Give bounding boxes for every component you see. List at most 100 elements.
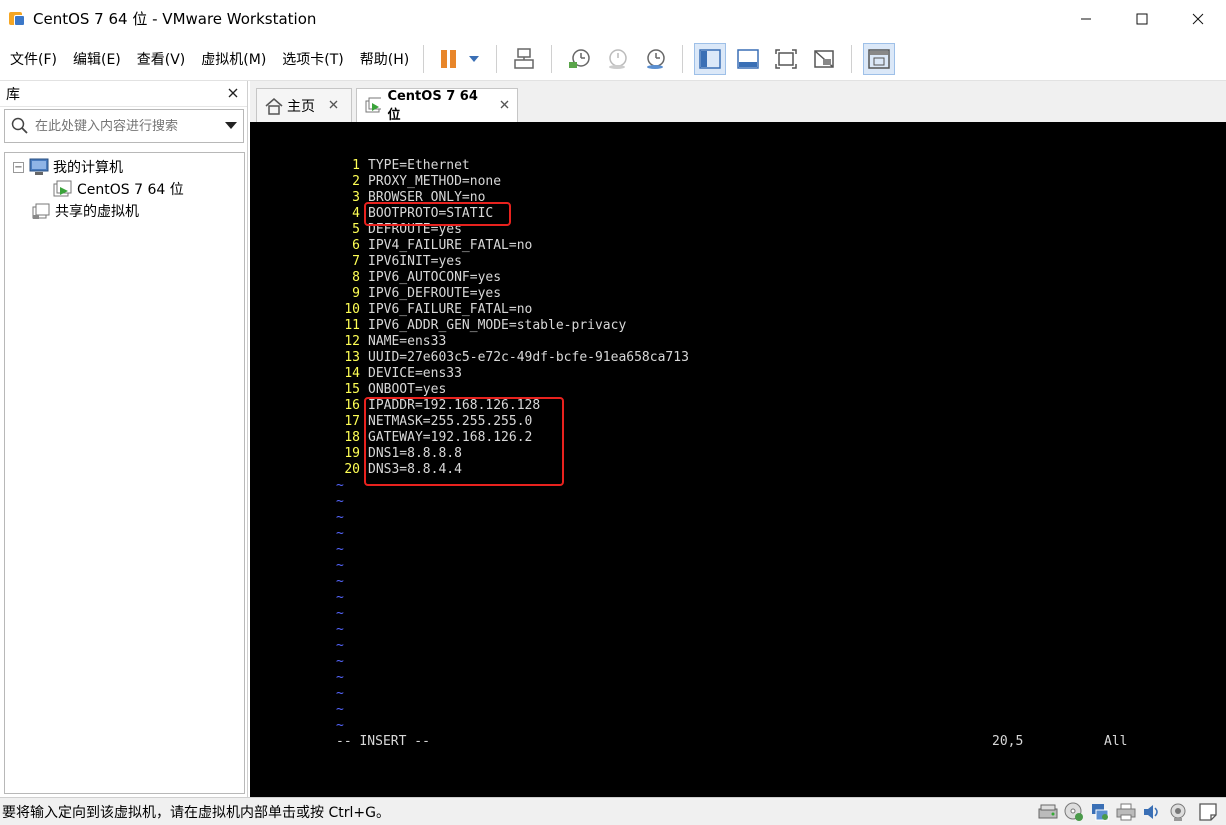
cd-dvd-device[interactable] [1064,802,1084,822]
camera-icon [1170,803,1186,821]
tab-close-button[interactable] [329,98,338,113]
camera-device[interactable] [1168,802,1188,822]
thumbnail-bar-icon [737,48,759,69]
shared-vm-icon [32,203,50,219]
tree-item-my-computer[interactable]: − 我的计算机 [5,156,244,178]
printer-device[interactable] [1116,802,1136,822]
empty-line-tilde: ~ [336,526,344,541]
menu-vm[interactable]: 虚拟机(M) [195,49,272,69]
empty-line-tilde: ~ [336,622,344,637]
tab-close-button[interactable] [500,98,509,113]
toolbar-separator [682,44,684,73]
library-close-button[interactable] [225,86,241,102]
empty-line-tilde: ~ [336,718,344,733]
close-button[interactable] [1170,0,1226,37]
empty-line-tilde: ~ [336,702,344,717]
menu-view[interactable]: 查看(V) [131,49,192,69]
empty-line-tilde: ~ [336,478,344,493]
console-view-button[interactable] [863,42,896,75]
vm-console[interactable]: 1 TYPE=Ethernet 2 PROXY_METHOD=none 3 BROWS… [250,122,1226,797]
empty-line-tilde: ~ [336,510,344,525]
window-title: CentOS 7 64 位 - VMware Workstation [33,10,317,28]
collapse-toggle[interactable]: − [13,161,24,173]
send-ctrl-alt-del-button[interactable] [508,43,540,75]
tree-item-label: 共享的虚拟机 [55,204,139,220]
network-adapter-device[interactable] [1090,802,1110,822]
search-input[interactable] [35,118,215,134]
snapshot-clock-icon [569,48,590,68]
tab-home[interactable]: 主页 [256,88,352,122]
empty-line-tilde: ~ [336,686,344,701]
empty-line-tilde: ~ [336,494,344,509]
tree-item-label: CentOS 7 64 位 [77,179,184,199]
status-message: 要将输入定向到该虚拟机，请在虚拟机内部单击或按 Ctrl+G。 [2,804,390,821]
code-line: 13 UUID=27e603c5-e72c-49df-bcfe-91ea658ca… [344,350,689,365]
tab-centos-vm[interactable]: CentOS 7 64 位 [356,88,518,123]
close-icon [500,100,509,109]
vim-mode-indicator: -- INSERT -- [336,734,430,749]
maximize-icon [1136,13,1148,24]
message-log-button[interactable] [1198,802,1218,822]
code-line: 6 IPV4_FAILURE_FATAL=no [352,238,533,253]
empty-line-tilde: ~ [336,574,344,589]
minimize-icon [1081,18,1091,19]
close-icon [1192,13,1204,24]
thumbnail-bar-button[interactable] [732,43,764,75]
code-line: 14 DEVICE=ens33 [344,366,462,381]
snapshot-manager-button[interactable] [639,43,671,75]
menu-file[interactable]: 文件(F) [4,49,63,69]
snapshot-take-button[interactable] [563,43,595,75]
close-icon [329,100,338,109]
chevron-down-icon[interactable] [225,122,237,130]
empty-line-tilde: ~ [336,654,344,669]
vm-running-icon [53,180,72,197]
unity-button[interactable] [808,43,840,75]
empty-line-tilde: ~ [336,638,344,653]
tree-item-label: 我的计算机 [53,160,123,176]
library-tree: − 我的计算机 CentOS 7 64 位 共享的虚拟机 [4,152,245,794]
toolbar-separator [423,44,425,73]
status-bar: 要将输入定向到该虚拟机，请在虚拟机内部单击或按 Ctrl+G。 [0,797,1226,825]
code-line: 9 IPV6_DEFROUTE=yes [352,286,502,301]
toolbar-separator [851,44,853,73]
unity-icon [814,49,834,68]
window-controls [1058,0,1226,37]
empty-line-tilde: ~ [336,542,344,557]
code-line: 15 ONBOOT=yes [344,382,447,397]
show-library-button[interactable] [694,42,727,75]
highlight-box-network-settings [364,397,564,486]
code-line: 1 TYPE=Ethernet [352,158,470,173]
library-panel-icon [699,48,721,69]
minimize-button[interactable] [1058,0,1114,37]
tree-item-centos-vm[interactable]: CentOS 7 64 位 [5,178,244,200]
empty-line-tilde: ~ [336,670,344,685]
tab-label: 主页 [287,98,315,115]
hard-disk-icon [1038,804,1058,819]
computer-icon [29,158,49,175]
menu-tabs[interactable]: 选项卡(T) [276,49,349,69]
menu-help[interactable]: 帮助(H) [354,49,415,69]
toolbar-separator [496,44,498,73]
tree-item-shared-vms[interactable]: 共享的虚拟机 [5,200,244,222]
full-screen-button[interactable] [770,43,802,75]
maximize-button[interactable] [1114,0,1170,37]
empty-line-tilde: ~ [336,590,344,605]
close-icon [228,88,238,97]
device-icons [1032,802,1218,822]
snapshot-revert-icon [609,48,627,69]
vmware-app-icon [9,10,27,28]
sound-card-device[interactable] [1142,802,1162,822]
tab-bar: 主页 CentOS 7 64 位 [250,81,1226,123]
title-bar: CentOS 7 64 位 - VMware Workstation [0,0,1226,37]
hard-disk-device[interactable] [1038,802,1058,822]
vim-cursor-position: 20,5 [992,734,1024,749]
message-log-icon [1199,803,1217,821]
menu-edit[interactable]: 编辑(E) [67,49,127,69]
pause-button[interactable] [435,43,485,75]
code-line: 8 IPV6_AUTOCONF=yes [352,270,502,285]
network-send-icon [514,47,534,69]
menu-toolbar: 文件(F) 编辑(E) 查看(V) 虚拟机(M) 选项卡(T) 帮助(H) [0,37,1226,81]
printer-icon [1116,803,1136,821]
snapshot-revert-button[interactable] [601,43,633,75]
library-header: 库 [0,81,247,107]
